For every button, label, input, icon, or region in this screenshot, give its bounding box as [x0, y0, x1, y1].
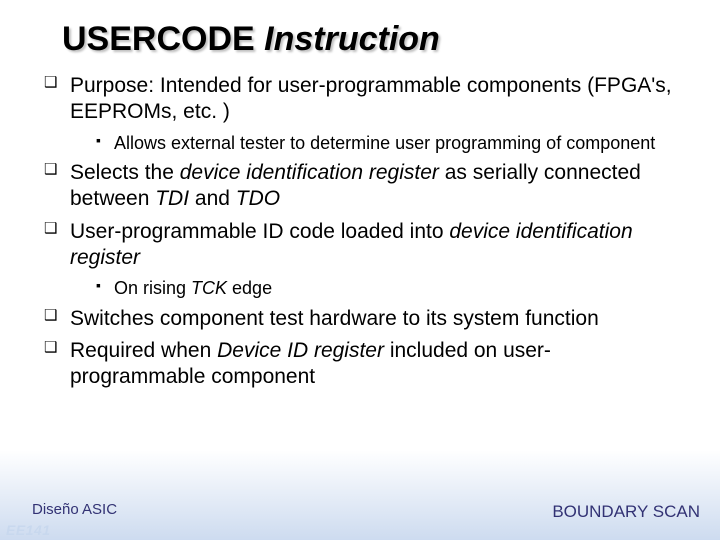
sub-bullet-text: Allows external tester to determine user…: [114, 133, 655, 153]
sub-bullet-list: On rising TCK edge: [70, 277, 680, 300]
bullet-text-part: User-programmable ID code loaded into: [70, 220, 449, 243]
bullet-text-part: Required when: [70, 339, 217, 362]
bullet-text-part: and: [189, 187, 236, 210]
sub-bullet-item: On rising TCK edge: [94, 277, 680, 300]
bullet-item: Purpose: Intended for user-programmable …: [40, 73, 680, 154]
italic-term: TDI: [155, 187, 189, 210]
bullet-text: Switches component test hardware to its …: [70, 307, 599, 330]
sub-bullet-list: Allows external tester to determine user…: [70, 132, 680, 155]
title-word-1: USERCODE: [62, 20, 255, 58]
bullet-item: Required when Device ID register include…: [40, 338, 680, 391]
italic-term: device identification register: [180, 161, 439, 184]
title-word-2: Instruction: [264, 20, 440, 58]
bullet-text-part: Selects the: [70, 161, 180, 184]
bullet-item: Switches component test hardware to its …: [40, 306, 680, 332]
bullet-item: User-programmable ID code loaded into de…: [40, 219, 680, 300]
slide: USERCODE Instruction Purpose: Intended f…: [0, 0, 720, 540]
italic-term: TDO: [236, 187, 280, 210]
footer-left: Diseño ASIC: [32, 501, 117, 518]
footer-right: BOUNDARY SCAN: [552, 502, 700, 522]
slide-content: Purpose: Intended for user-programmable …: [40, 73, 680, 390]
sub-bullet-item: Allows external tester to determine user…: [94, 132, 680, 155]
footer-gradient: [0, 450, 720, 540]
bullet-list: Purpose: Intended for user-programmable …: [40, 73, 680, 390]
sub-bullet-text-part: On rising: [114, 278, 191, 298]
italic-term: Device ID register: [217, 339, 384, 362]
sub-bullet-text-part: edge: [227, 278, 272, 298]
watermark: EE141: [6, 522, 51, 538]
italic-term: TCK: [191, 278, 227, 298]
slide-title: USERCODE Instruction: [62, 20, 680, 59]
bullet-item: Selects the device identification regist…: [40, 160, 680, 213]
bullet-text: Purpose: Intended for user-programmable …: [70, 74, 672, 123]
